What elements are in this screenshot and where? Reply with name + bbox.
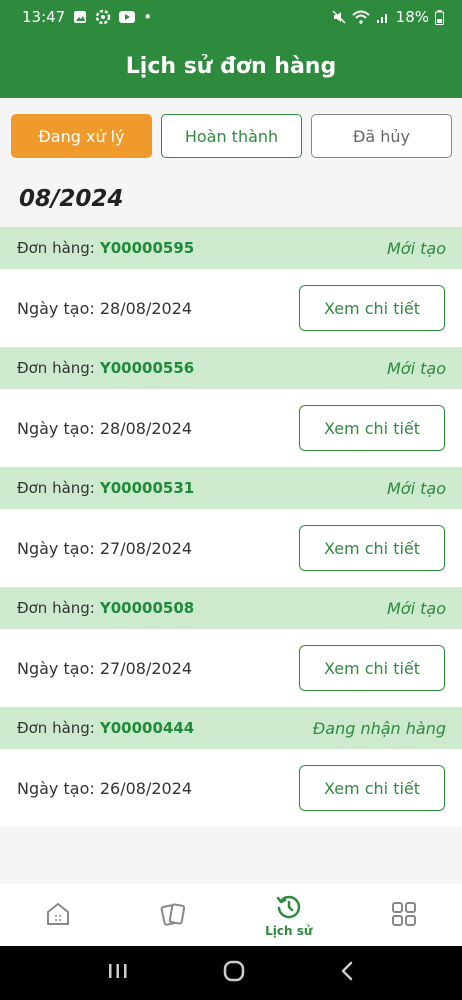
order-created-date: Ngày tạo: 28/08/2024: [17, 418, 193, 438]
order-label: Đơn hàng:: [17, 719, 95, 737]
grid-icon: [390, 900, 418, 931]
order-header: Đơn hàng: Y00000508 Mới tạo: [0, 587, 462, 629]
order-header: Đơn hàng: Y00000556 Mới tạo: [0, 347, 462, 389]
order-created-date: Ngày tạo: 26/08/2024: [17, 778, 193, 798]
nav-menu[interactable]: [347, 884, 462, 946]
order-label: Đơn hàng:: [17, 599, 95, 617]
order-row: Ngày tạo: 28/08/2024 Xem chi tiết: [0, 269, 462, 347]
order-code: Y00000556: [99, 359, 195, 377]
nav-history[interactable]: Lịch sử: [231, 884, 347, 946]
order-code: Y00000508: [99, 599, 195, 617]
gallery-icon: [73, 10, 87, 24]
order-header: Đơn hàng: Y00000444 Đang nhận hàng: [0, 707, 462, 749]
home-button-icon[interactable]: [222, 959, 246, 987]
order-list: Đơn hàng: Y00000595 Mới tạo Ngày tạo: 28…: [0, 227, 462, 827]
order-created-date: Ngày tạo: 28/08/2024: [17, 298, 193, 318]
tab-processing[interactable]: Đang xử lý: [11, 114, 152, 158]
view-detail-button[interactable]: Xem chi tiết: [299, 765, 445, 811]
tab-cancelled[interactable]: Đã hủy: [311, 114, 452, 158]
settings-gear-icon: [95, 9, 111, 25]
history-icon: [275, 893, 303, 924]
bottom-navigation: Lịch sử: [0, 884, 462, 946]
order-status: Mới tạo: [387, 478, 446, 498]
order-status: Mới tạo: [387, 598, 446, 618]
battery-icon: [435, 9, 444, 25]
main-content: Đang xử lý Hoàn thành Đã hủy 08/2024 Đơn…: [0, 98, 462, 884]
order-code: Y00000531: [99, 479, 195, 497]
order-header: Đơn hàng: Y00000595 Mới tạo: [0, 227, 462, 269]
order-label: Đơn hàng:: [17, 359, 95, 377]
order-row: Ngày tạo: 27/08/2024 Xem chi tiết: [0, 629, 462, 707]
order-status: Mới tạo: [387, 358, 446, 378]
tab-completed[interactable]: Hoàn thành: [161, 114, 302, 158]
order-header: Đơn hàng: Y00000531 Mới tạo: [0, 467, 462, 509]
app-header: Lịch sử đơn hàng: [0, 34, 462, 98]
order-row: Ngày tạo: 27/08/2024 Xem chi tiết: [0, 509, 462, 587]
order-label: Đơn hàng:: [17, 479, 95, 497]
order-code: Y00000595: [99, 239, 195, 257]
order-row: Ngày tạo: 28/08/2024 Xem chi tiết: [0, 389, 462, 467]
battery-percent: 18%: [395, 8, 429, 26]
nav-history-label: Lịch sử: [265, 923, 313, 938]
order-row: Ngày tạo: 26/08/2024 Xem chi tiết: [0, 749, 462, 827]
nav-cards[interactable]: [116, 884, 232, 946]
view-detail-button[interactable]: Xem chi tiết: [299, 645, 445, 691]
order-status: Đang nhận hàng: [312, 718, 446, 738]
view-detail-button[interactable]: Xem chi tiết: [299, 285, 445, 331]
cards-icon: [159, 900, 187, 931]
order-created-date: Ngày tạo: 27/08/2024: [17, 658, 193, 678]
mute-icon: [332, 10, 346, 24]
signal-icon: [376, 10, 390, 24]
view-detail-button[interactable]: Xem chi tiết: [299, 405, 445, 451]
month-heading: 08/2024: [19, 186, 124, 212]
recent-apps-icon[interactable]: [107, 961, 129, 985]
system-navigation-bar: [0, 946, 462, 1000]
order-created-date: Ngày tạo: 27/08/2024: [17, 538, 193, 558]
order-label: Đơn hàng:: [17, 239, 95, 257]
status-bar: 13:47 • 18%: [0, 0, 462, 34]
back-icon[interactable]: [339, 960, 355, 986]
view-detail-button[interactable]: Xem chi tiết: [299, 525, 445, 571]
order-status: Mới tạo: [387, 238, 446, 258]
home-icon: [44, 900, 72, 931]
status-time: 13:47: [22, 8, 66, 26]
status-dot: •: [143, 8, 153, 26]
nav-home[interactable]: [0, 884, 116, 946]
wifi-icon: [351, 10, 370, 24]
page-title: Lịch sử đơn hàng: [125, 53, 337, 79]
order-code: Y00000444: [99, 719, 195, 737]
order-status-tabs: Đang xử lý Hoàn thành Đã hủy: [11, 114, 452, 158]
youtube-icon: [119, 11, 136, 23]
